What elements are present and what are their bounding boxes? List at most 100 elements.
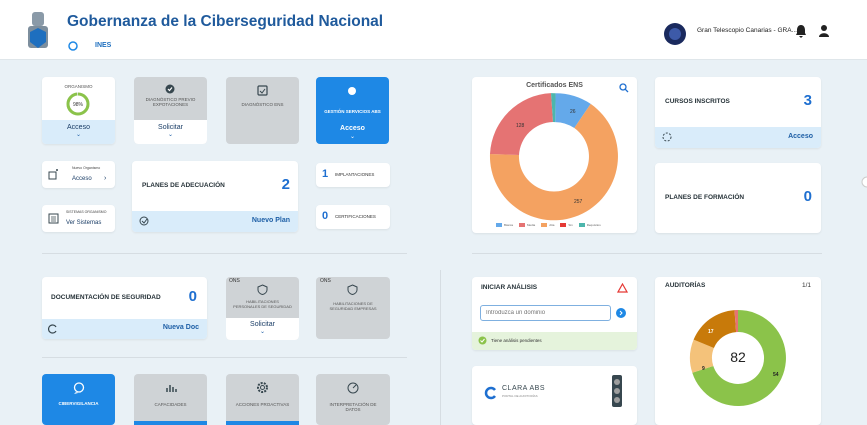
implantaciones-count: 1: [322, 168, 329, 180]
capacidades-card[interactable]: CAPACIDADES: [134, 374, 207, 425]
chevron-down-icon: ⌄: [167, 132, 174, 138]
clara-abs-card[interactable]: CLARA ABS PORTAL DE AUDITORÍAS: [472, 366, 637, 425]
clara-title: CLARA ABS: [502, 385, 546, 392]
gauge-icon: [347, 382, 359, 394]
cursos-access-link[interactable]: Acceso: [788, 133, 813, 140]
ines-logo-text: INES: [95, 42, 112, 49]
organismo-progress-ring: 98%: [66, 92, 90, 116]
analisis-status: Tiene análisis pendientes: [491, 338, 542, 343]
donut-label-17: 17: [708, 329, 714, 335]
org-avatar[interactable]: [663, 22, 687, 46]
analisis-title: INICIAR ANÁLISIS: [481, 284, 538, 291]
hab-pers-request-link[interactable]: Solicitar: [226, 321, 299, 328]
gestion-access-link[interactable]: Acceso: [316, 125, 389, 132]
list-icon: [48, 213, 59, 224]
planes-adecuacion-count: 2: [281, 176, 290, 193]
organismo-access-link[interactable]: Acceso: [42, 124, 115, 131]
donut-label-54: 54: [773, 372, 779, 378]
habilitaciones-empresas-card[interactable]: ONS HABILITACIONES DE SEGURIDAD EMPRESAS: [316, 277, 390, 339]
user-icon[interactable]: [818, 24, 830, 38]
nuevo-organismo-label: Nuevo Organismo: [72, 166, 101, 170]
organismo-label: ORGANISMO: [64, 84, 93, 89]
chevron-down-icon: ⌄: [259, 329, 266, 335]
shield-icon: [347, 284, 358, 295]
ver-sistemas-link[interactable]: Ver Sistemas: [66, 220, 101, 226]
diag-previo-label: DIAGNÓSTICO PREVIO EXPOTACIONES: [145, 97, 196, 108]
diagnostico-ens-card[interactable]: DIAGNÓSTICO ENS: [226, 77, 299, 144]
domain-input[interactable]: [480, 305, 611, 321]
interpretacion-card[interactable]: INTERPRETACIÓN DE DATOS: [316, 374, 390, 425]
planes-adecuacion-card[interactable]: PLANES DE ADECUACIÓN 2 Nuevo Plan: [132, 161, 298, 232]
nuevo-plan-link[interactable]: Nuevo Plan: [252, 217, 290, 224]
certificaciones-label: CERTIFICACIONES: [335, 214, 376, 219]
cibervigilancia-card[interactable]: CIBERVIGILANCIA: [42, 374, 115, 425]
sistemas-card[interactable]: SISTEMAS ORGANISMO Ver Sistemas: [42, 205, 115, 232]
diagnostico-previo-card[interactable]: DIAGNÓSTICO PREVIO EXPOTACIONES Solicita…: [134, 77, 207, 144]
traffic-light-icon: [612, 375, 622, 407]
cert-ens-donut: 26 128 257: [489, 93, 618, 221]
bar-chart-icon: [166, 385, 177, 392]
acciones-proactivas-card[interactable]: ACCIONES PROACTIVAS: [226, 374, 299, 425]
check-gauge-icon: [139, 216, 149, 226]
submit-arrow-icon[interactable]: [616, 308, 626, 318]
legend-alta: Alta: [541, 223, 554, 227]
gestion-label: GESTIÓN SERVICIOS ABS: [324, 109, 381, 114]
building-add-icon: [48, 169, 58, 180]
clipboard-icon: [257, 85, 268, 96]
ons-tag: ONS: [320, 278, 331, 284]
scroll-right-icon[interactable]: [860, 176, 867, 188]
donut-label-257: 257: [574, 199, 583, 205]
planes-adecuacion-label: PLANES DE ADECUACIÓN: [142, 182, 225, 189]
check-circle-icon: [165, 84, 175, 94]
iniciar-analisis-card[interactable]: INICIAR ANÁLISIS Tiene análisis pendient…: [472, 277, 637, 350]
chevron-right-icon: ›: [104, 175, 107, 182]
acciones-footer: [226, 421, 299, 425]
bell-icon[interactable]: [795, 24, 807, 38]
capacidades-label: CAPACIDADES: [154, 402, 187, 407]
certificados-ens-card[interactable]: Certificados ENS 26 128 257 Básica Media…: [472, 77, 637, 233]
habilitaciones-personales-card[interactable]: ONS HABILITACIONES PERSONALES DE SEGURID…: [226, 277, 299, 340]
donut-label-9: 9: [702, 366, 705, 372]
legend-media: Media: [519, 223, 535, 227]
implantaciones-card[interactable]: 1 IMPLANTACIONES: [316, 163, 390, 187]
organismo-card[interactable]: ORGANISMO 98% Acceso ⌄: [42, 77, 115, 144]
chevron-down-icon: ⌄: [75, 132, 82, 138]
nuevo-organismo-link[interactable]: Acceso: [72, 176, 92, 182]
shield-icon: [257, 284, 268, 295]
refresh-icon: [48, 324, 57, 334]
diag-ens-label: DIAGNÓSTICO ENS: [241, 102, 284, 107]
ines-logo-icon: [68, 41, 78, 51]
cursos-label: CURSOS INSCRITOS: [665, 98, 730, 105]
planes-formacion-card[interactable]: PLANES DE FORMACIÓN 0: [655, 163, 821, 233]
donut-label-26: 26: [570, 109, 576, 115]
clara-logo-icon: [484, 386, 496, 400]
clara-sub: PORTAL DE AUDITORÍAS: [502, 394, 538, 398]
ons-tag: ONS: [229, 278, 240, 284]
auditorias-donut: 82 54 9 17: [689, 309, 786, 406]
auditorias-total: 82: [730, 349, 746, 365]
warning-icon: [617, 283, 628, 293]
auditorias-card[interactable]: AUDITORÍAS 1/1 82 54 9 17: [655, 277, 821, 425]
documentacion-label: DOCUMENTACIÓN DE SEGURIDAD: [51, 294, 161, 301]
divider: [472, 253, 822, 254]
cursos-count: 3: [803, 92, 812, 109]
page-title: Gobernanza de la Ciberseguridad Nacional: [67, 13, 384, 30]
app-header: Gobernanza de la Ciberseguridad Nacional…: [0, 0, 867, 60]
nueva-doc-link[interactable]: Nueva Doc: [163, 324, 199, 331]
certificaciones-card[interactable]: 0 CERTIFICACIONES: [316, 205, 390, 229]
org-selector[interactable]: Gran Telescopio Canarias - GRA...: [697, 27, 797, 34]
hab-pers-label: HABILITACIONES PERSONALES DE SEGURIDAD: [233, 299, 292, 309]
cursos-inscritos-card[interactable]: CURSOS INSCRITOS 3 Acceso: [655, 77, 821, 148]
auditorias-title: AUDITORÍAS: [665, 282, 706, 289]
auditorias-page: 1/1: [801, 282, 811, 289]
sistemas-label: SISTEMAS ORGANISMO: [66, 210, 107, 214]
gestion-servicios-card[interactable]: GESTIÓN SERVICIOS ABS Acceso ⌄: [316, 77, 389, 144]
interpretacion-label: INTERPRETACIÓN DE DATOS: [329, 402, 377, 413]
capacidades-footer: [134, 421, 207, 425]
diag-previo-request-link[interactable]: Solicitar: [134, 124, 207, 131]
nuevo-organismo-card[interactable]: Nuevo Organismo Acceso ›: [42, 161, 115, 188]
gear-icon: [257, 382, 268, 393]
divider: [42, 357, 407, 358]
check-circle-icon: [478, 336, 487, 345]
documentacion-card[interactable]: DOCUMENTACIÓN DE SEGURIDAD 0 Nueva Doc: [42, 277, 207, 339]
